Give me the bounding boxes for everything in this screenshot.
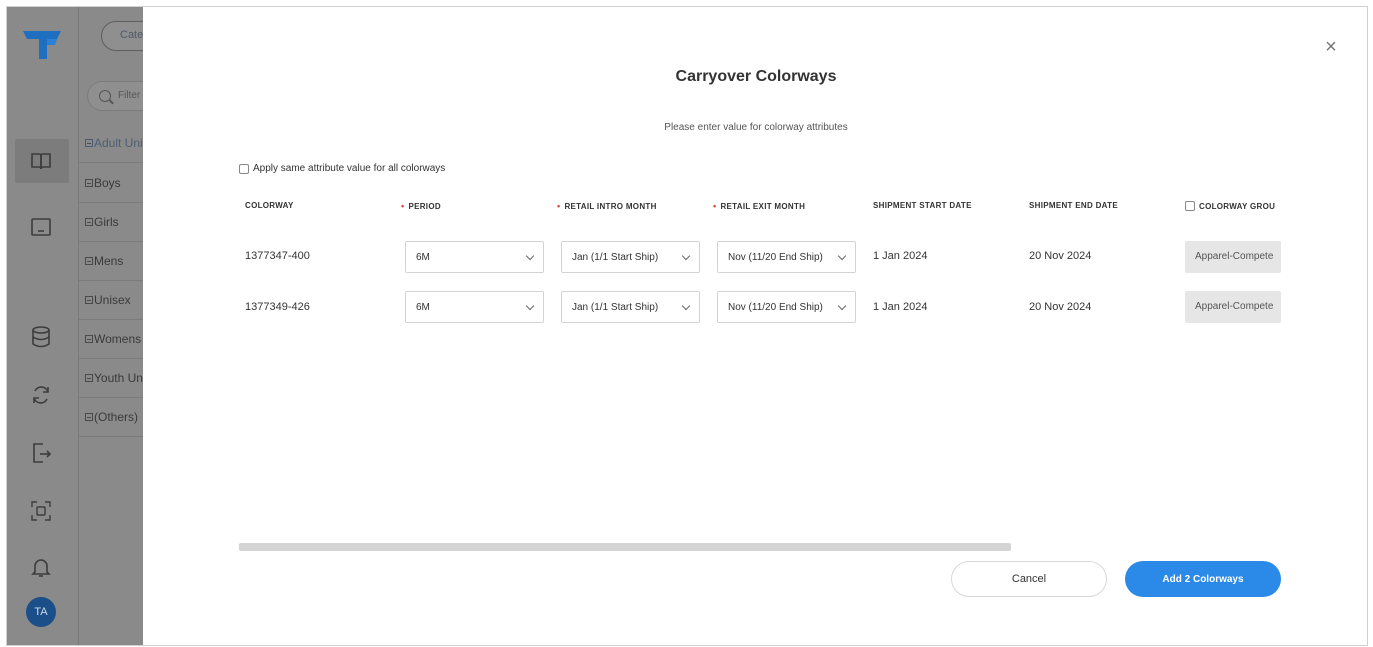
tree-item-label: Unisex <box>94 293 131 307</box>
shipment-start-date: 1 Jan 2024 <box>873 250 928 262</box>
colorway-id: 1377349-426 <box>245 301 310 313</box>
tree-item-label: (Others) <box>94 410 139 424</box>
shipment-start-date: 1 Jan 2024 <box>873 301 928 313</box>
retail-exit-month-select[interactable]: Nov (11/20 End Ship) <box>717 291 856 323</box>
column-header-colorway: COLORWAY <box>245 201 294 210</box>
column-header-label: COLORWAY <box>245 201 294 210</box>
colorway-group-field: Apparel-Compete <box>1185 241 1281 273</box>
tree-item-label: Mens <box>94 254 124 268</box>
period-select[interactable]: 6M <box>405 241 544 273</box>
tree-item-adult-unisex[interactable]: Adult Uni <box>79 125 143 163</box>
dialog-title: Carryover Colorways <box>675 68 837 85</box>
category-pill-button[interactable]: Categ <box>101 21 143 51</box>
shipment-end-date: 20 Nov 2024 <box>1029 301 1092 313</box>
shipment-end-date: 20 Nov 2024 <box>1029 250 1092 262</box>
tree-item-boys[interactable]: Boys <box>79 165 143 203</box>
carryover-colorways-dialog: × Carryover Colorways Please enter value… <box>143 7 1367 645</box>
retail-intro-month-select[interactable]: Jan (1/1 Start Ship) <box>561 291 700 323</box>
app-frame: TA Categ Filter Adult Uni Boys Girls Men… <box>6 6 1368 646</box>
column-header-shipment-start-date: SHIPMENT START DATE <box>873 201 972 210</box>
required-marker: • <box>713 201 717 211</box>
retail-exit-value: Nov (11/20 End Ship) <box>728 302 823 313</box>
tree-item-unisex[interactable]: Unisex <box>79 282 143 320</box>
collapse-toggle-icon <box>85 335 93 343</box>
column-header-retail-exit-month: • RETAIL EXIT MONTH <box>713 201 805 211</box>
collapse-toggle-icon <box>85 413 93 421</box>
colorway-group-checkbox[interactable] <box>1185 201 1195 211</box>
retail-intro-value: Jan (1/1 Start Ship) <box>572 252 659 263</box>
avatar[interactable]: TA <box>26 597 56 627</box>
retail-intro-value: Jan (1/1 Start Ship) <box>572 302 659 313</box>
collapse-toggle-icon <box>85 218 93 226</box>
retail-intro-month-select[interactable]: Jan (1/1 Start Ship) <box>561 241 700 273</box>
tree-item-label: Adult Uni <box>94 136 143 150</box>
collapse-toggle-icon <box>85 179 93 187</box>
dialog-subtitle: Please enter value for colorway attribut… <box>664 122 848 133</box>
period-value: 6M <box>416 302 430 313</box>
tree-item-label: Boys <box>94 176 121 190</box>
logo-icon[interactable] <box>21 27 63 61</box>
tree-item-label: Youth Un <box>94 371 143 385</box>
database-icon[interactable] <box>27 323 55 351</box>
tree-item-mens[interactable]: Mens <box>79 243 143 281</box>
column-header-colorway-group: COLORWAY GROU <box>1185 201 1275 211</box>
filter-placeholder: Filter <box>118 90 141 101</box>
close-icon[interactable]: × <box>1321 37 1341 57</box>
scan-icon[interactable] <box>27 497 55 525</box>
required-marker: • <box>557 201 561 211</box>
column-header-label: SHIPMENT END DATE <box>1029 201 1118 210</box>
tree-item-youth-unisex[interactable]: Youth Un <box>79 360 143 398</box>
period-select[interactable]: 6M <box>405 291 544 323</box>
category-panel: Categ Filter Adult Uni Boys Girls Mens U… <box>79 7 143 645</box>
colorway-group-field: Apparel-Compete <box>1185 291 1281 323</box>
bell-icon[interactable] <box>27 553 55 581</box>
chevron-down-icon <box>837 251 847 261</box>
colorway-group-value: Apparel-Compete <box>1195 251 1274 262</box>
column-header-period: • PERIOD <box>401 201 441 211</box>
search-icon <box>99 90 111 102</box>
apply-same-attribute-row[interactable]: Apply same attribute value for all color… <box>239 163 445 174</box>
column-header-label: SHIPMENT START DATE <box>873 201 972 210</box>
collapse-toggle-icon <box>85 139 93 147</box>
retail-exit-value: Nov (11/20 End Ship) <box>728 252 823 263</box>
horizontal-scrollbar[interactable] <box>239 543 1011 551</box>
sync-icon[interactable] <box>27 381 55 409</box>
category-pill-label: Categ <box>120 29 143 41</box>
column-header-label: RETAIL INTRO MONTH <box>564 201 657 211</box>
column-header-shipment-end-date: SHIPMENT END DATE <box>1029 201 1118 210</box>
icon-rail: TA <box>7 7 79 645</box>
colorway-id: 1377347-400 <box>245 250 310 262</box>
column-header-label: PERIOD <box>408 201 441 211</box>
column-header-retail-intro-month: • RETAIL INTRO MONTH <box>557 201 657 211</box>
tree-item-label: Womens <box>94 332 142 346</box>
tree-item-label: Girls <box>94 215 119 229</box>
collapse-toggle-icon <box>85 374 93 382</box>
avatar-initials: TA <box>34 606 48 618</box>
chevron-down-icon <box>837 301 847 311</box>
tree-item-womens[interactable]: Womens <box>79 321 143 359</box>
period-value: 6M <box>416 252 430 263</box>
book-icon[interactable] <box>27 147 55 175</box>
colorway-group-value: Apparel-Compete <box>1195 301 1274 312</box>
column-header-label: COLORWAY GROU <box>1199 201 1276 211</box>
column-header-label: RETAIL EXIT MONTH <box>720 201 806 211</box>
chevron-down-icon <box>681 301 691 311</box>
chevron-down-icon <box>525 301 535 311</box>
collapse-toggle-icon <box>85 257 93 265</box>
tree-item-others[interactable]: (Others) <box>79 399 143 437</box>
add-colorways-button[interactable]: Add 2 Colorways <box>1125 561 1281 597</box>
apply-same-label: Apply same attribute value for all color… <box>253 163 446 174</box>
chevron-down-icon <box>525 251 535 261</box>
retail-exit-month-select[interactable]: Nov (11/20 End Ship) <box>717 241 856 273</box>
required-marker: • <box>401 201 405 211</box>
apply-same-checkbox[interactable] <box>239 163 249 174</box>
cancel-button[interactable]: Cancel <box>951 561 1107 597</box>
filter-input[interactable]: Filter <box>87 81 143 111</box>
tree-item-girls[interactable]: Girls <box>79 204 143 242</box>
collapse-toggle-icon <box>85 296 93 304</box>
monitor-icon[interactable] <box>27 213 55 241</box>
export-icon[interactable] <box>27 439 55 467</box>
chevron-down-icon <box>681 251 691 261</box>
